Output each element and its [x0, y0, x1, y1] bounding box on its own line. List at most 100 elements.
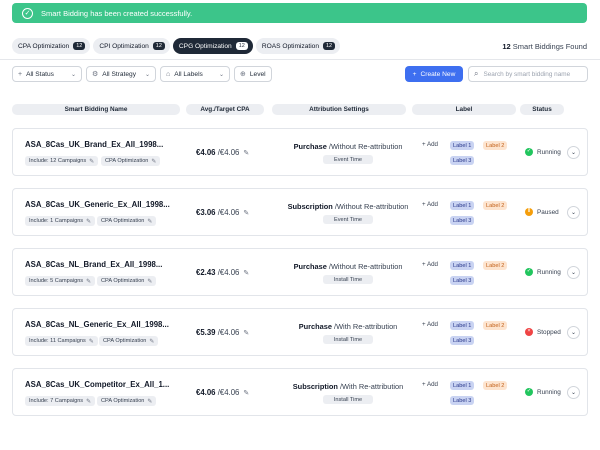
edit-icon[interactable]: ✎: [147, 278, 152, 285]
edit-icon[interactable]: ✎: [147, 398, 152, 405]
optimization-chip[interactable]: CPA Optimization ✎: [97, 216, 157, 226]
edit-icon[interactable]: ✎: [151, 158, 156, 165]
attribution-type-badge: Event Time: [323, 155, 373, 164]
tab-cpi-optimization[interactable]: CPI Optimization 12: [93, 38, 170, 54]
label-badge: Label 3: [450, 336, 475, 345]
attribution-event: Purchase: [293, 142, 327, 151]
chevron-down-icon: ⌄: [570, 210, 577, 216]
edit-icon[interactable]: ✎: [149, 338, 154, 345]
level-icon: ⊕: [240, 71, 246, 78]
edit-icon[interactable]: ✎: [243, 150, 249, 157]
edit-icon[interactable]: ✎: [86, 218, 91, 225]
label-badge: Label 1: [450, 261, 475, 270]
table-row[interactable]: ASA_8Cas_NL_Brand_Ex_All_1998... Include:…: [12, 248, 588, 296]
include-campaigns-label: Include: 12 Campaigns: [29, 158, 87, 164]
include-campaigns-chip[interactable]: Include: 7 Campaigns ✎: [25, 396, 96, 406]
expand-row-button[interactable]: ⌄: [567, 326, 580, 339]
include-campaigns-chip[interactable]: Include: 1 Campaigns ✎: [25, 216, 96, 226]
bidding-name[interactable]: ASA_8Cas_NL_Brand_Ex_All_1998...: [25, 260, 162, 269]
level-filter[interactable]: ⊕ Level: [234, 66, 272, 82]
tab-count-badge: 12: [323, 42, 336, 50]
edit-icon[interactable]: ✎: [243, 270, 249, 277]
table-row[interactable]: ASA_8Cas_UK_Generic_Ex_All_1998... Includ…: [12, 188, 588, 236]
expand-row-button[interactable]: ⌄: [567, 266, 580, 279]
target-cpa: /€4.06: [217, 148, 240, 157]
target-cpa: /€4.06: [217, 208, 240, 217]
tab-cpa-optimization[interactable]: CPA Optimization 12: [12, 38, 91, 54]
expand-row-button[interactable]: ⌄: [567, 146, 580, 159]
labels-filter-label: All Labels: [174, 70, 203, 78]
optimization-chip[interactable]: CPA Optimization ✎: [99, 336, 159, 346]
strategy-filter[interactable]: ⚙ All Strategy ⌄: [86, 66, 156, 82]
level-filter-label: Level: [249, 70, 266, 78]
expand-row-button[interactable]: ⌄: [567, 386, 580, 399]
edit-icon[interactable]: ✎: [243, 390, 249, 397]
include-campaigns-label: Include: 5 Campaigns: [29, 278, 84, 284]
status-icon: ✓: [525, 268, 533, 276]
include-campaigns-label: Include: 11 Campaigns: [29, 338, 86, 344]
search-input[interactable]: [483, 70, 579, 78]
create-new-label: Create New: [420, 70, 456, 78]
add-label-button[interactable]: + Add: [422, 321, 438, 328]
add-label-button[interactable]: + Add: [422, 201, 438, 208]
chevron-down-icon: ⌄: [218, 71, 224, 78]
bidding-name[interactable]: ASA_8Cas_UK_Competitor_Ex_All_1...: [25, 380, 169, 389]
attribution-type-badge: Event Time: [323, 215, 373, 224]
attribution-reattribution: /Without Re-attribution: [334, 202, 409, 211]
tab-count-badge: 12: [73, 42, 86, 50]
bidding-name[interactable]: ASA_8Cas_UK_Brand_Ex_All_1998...: [25, 140, 163, 149]
results-count: 12 Smart Biddings Found: [502, 42, 587, 51]
labels-filter[interactable]: ⌂ All Labels ⌄: [160, 66, 230, 82]
add-label-button[interactable]: + Add: [422, 141, 438, 148]
edit-icon[interactable]: ✎: [89, 158, 94, 165]
column-header-attribution: Attribution Settings: [272, 104, 406, 115]
attribution-reattribution: /Without Re-attribution: [328, 142, 403, 151]
add-label-button[interactable]: + Add: [422, 261, 438, 268]
tab-roas-optimization[interactable]: ROAS Optimization 12: [255, 38, 341, 54]
status-icon: ×: [525, 328, 533, 336]
target-cpa: /€4.06: [217, 328, 240, 337]
cpa-value: €2.43 /€4.06 ✎: [196, 268, 249, 277]
edit-icon[interactable]: ✎: [243, 330, 249, 337]
bidding-name[interactable]: ASA_8Cas_NL_Generic_Ex_All_1998...: [25, 320, 169, 329]
edit-icon[interactable]: ✎: [147, 218, 152, 225]
edit-icon[interactable]: ✎: [86, 278, 91, 285]
cpa-value: €5.39 /€4.06 ✎: [196, 328, 249, 337]
cpa-value: €4.06 /€4.06 ✎: [196, 148, 249, 157]
edit-icon[interactable]: ✎: [243, 210, 249, 217]
divider: [0, 59, 600, 60]
tab-cpg-optimization[interactable]: CPG Optimization 12: [172, 38, 253, 54]
include-campaigns-chip[interactable]: Include: 5 Campaigns ✎: [25, 276, 96, 286]
optimization-chip[interactable]: CPA Optimization ✎: [97, 276, 157, 286]
edit-icon[interactable]: ✎: [89, 338, 94, 345]
tab-label: CPG Optimization: [178, 42, 232, 50]
table-row[interactable]: ASA_8Cas_UK_Brand_Ex_All_1998... Include:…: [12, 128, 588, 176]
label-badge: Label 3: [450, 276, 475, 285]
optimization-label: CPA Optimization: [101, 398, 145, 404]
chevron-down-icon: ⌄: [144, 71, 150, 78]
table-row[interactable]: ASA_8Cas_NL_Generic_Ex_All_1998... Includ…: [12, 308, 588, 356]
strategy-filter-label: All Strategy: [102, 70, 136, 78]
expand-row-button[interactable]: ⌄: [567, 206, 580, 219]
attribution-type-badge: Install Time: [323, 395, 373, 404]
table-row[interactable]: ASA_8Cas_UK_Competitor_Ex_All_1... Includ…: [12, 368, 588, 416]
status-label: Stopped: [537, 328, 561, 336]
status-indicator: × Stopped: [525, 328, 561, 336]
label-badge: Label 2: [483, 141, 508, 150]
attribution-event: Subscription: [287, 202, 333, 211]
attribution-reattribution: /With Re-attribution: [334, 322, 398, 331]
label-badge: Label 3: [450, 216, 475, 225]
status-filter[interactable]: + All Status ⌄: [12, 66, 82, 82]
create-new-button[interactable]: + Create New: [405, 66, 463, 82]
edit-icon[interactable]: ✎: [86, 398, 91, 405]
check-circle-icon: ✓: [22, 7, 33, 19]
optimization-chip[interactable]: CPA Optimization ✎: [97, 396, 157, 406]
optimization-chip[interactable]: CPA Optimization ✎: [101, 156, 161, 166]
toast-message: Smart Bidding has been created successfu…: [41, 8, 193, 18]
bidding-name[interactable]: ASA_8Cas_UK_Generic_Ex_All_1998...: [25, 200, 170, 209]
avg-cpa: €3.06: [196, 208, 216, 217]
optimization-tabs: CPA Optimization 12 CPI Optimization 12 …: [12, 38, 341, 54]
include-campaigns-chip[interactable]: Include: 12 Campaigns ✎: [25, 156, 99, 166]
add-label-button[interactable]: + Add: [422, 381, 438, 388]
include-campaigns-chip[interactable]: Include: 11 Campaigns ✎: [25, 336, 98, 346]
